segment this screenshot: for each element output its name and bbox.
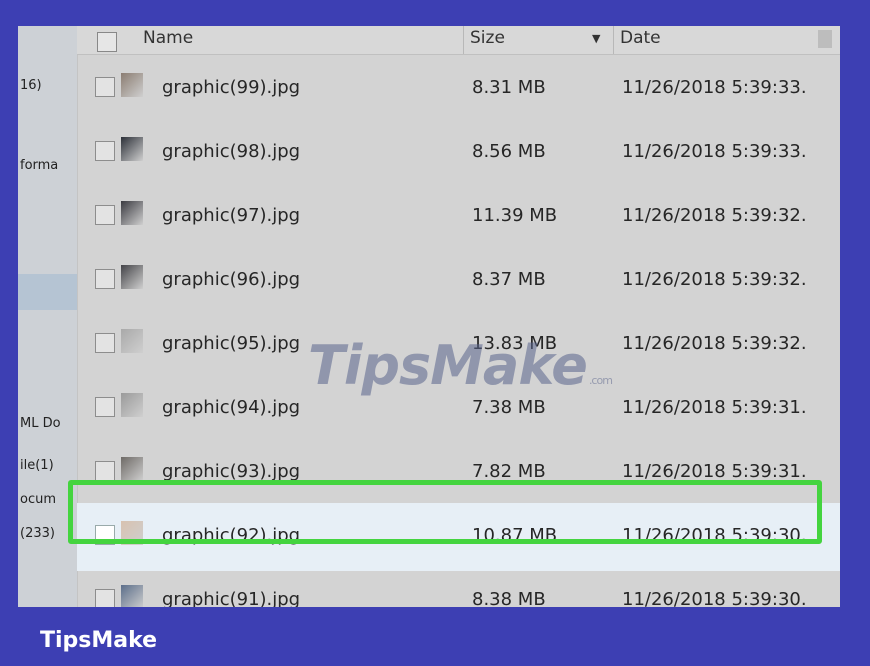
row-checkbox[interactable] — [95, 205, 115, 225]
file-size: 8.56 MB — [472, 141, 546, 162]
column-header-size[interactable]: Size — [470, 28, 505, 48]
file-row[interactable]: graphic(97).jpg 11.39 MB 11/26/2018 5:39:3… — [77, 183, 840, 251]
row-checkbox[interactable] — [95, 589, 115, 607]
column-divider[interactable] — [463, 26, 464, 54]
file-name: graphic(97).jpg — [162, 205, 301, 226]
watermark-logo: TipsMake .com — [308, 334, 613, 397]
file-date: 11/26/2018 5:39:33. — [622, 141, 807, 162]
file-date: 11/26/2018 5:39:32. — [622, 205, 807, 226]
selected-row-highlight — [68, 480, 822, 544]
image-thumbnail-icon — [121, 393, 143, 417]
image-thumbnail-icon — [121, 265, 143, 289]
file-date: 11/26/2018 5:39:33. — [622, 77, 807, 98]
file-date: 11/26/2018 5:39:32. — [622, 269, 807, 290]
nav-item-label[interactable]: 16) — [20, 78, 77, 93]
nav-item-label[interactable]: forma — [20, 158, 77, 173]
file-size: 7.38 MB — [472, 397, 546, 418]
row-checkbox[interactable] — [95, 141, 115, 161]
column-header-name[interactable]: Name — [143, 28, 193, 48]
file-date: 11/26/2018 5:39:31. — [622, 461, 807, 482]
image-thumbnail-icon — [121, 73, 143, 97]
image-thumbnail-icon — [121, 137, 143, 161]
file-name: graphic(99).jpg — [162, 77, 301, 98]
file-name: graphic(96).jpg — [162, 269, 301, 290]
file-name: graphic(91).jpg — [162, 589, 301, 607]
file-row[interactable]: graphic(91).jpg 8.38 MB 11/26/2018 5:39:30… — [77, 567, 840, 607]
file-name: graphic(94).jpg — [162, 397, 301, 418]
column-header-bar: Name Size ▼ Date — [77, 26, 840, 55]
image-thumbnail-icon — [121, 457, 143, 481]
row-checkbox[interactable] — [95, 333, 115, 353]
file-size: 11.39 MB — [472, 205, 558, 226]
file-size: 8.31 MB — [472, 77, 546, 98]
file-date: 11/26/2018 5:39:30. — [622, 589, 807, 607]
chevron-down-icon[interactable]: ▼ — [592, 32, 600, 45]
nav-item-label[interactable]: ML Do — [20, 416, 77, 431]
row-checkbox[interactable] — [95, 269, 115, 289]
column-header-date[interactable]: Date — [620, 28, 661, 48]
brand-footer: TipsMake — [40, 628, 158, 653]
image-thumbnail-icon — [121, 585, 143, 607]
row-checkbox[interactable] — [95, 397, 115, 417]
file-name: graphic(98).jpg — [162, 141, 301, 162]
file-size: 8.38 MB — [472, 589, 546, 607]
row-checkbox[interactable] — [95, 77, 115, 97]
file-size: 7.82 MB — [472, 461, 546, 482]
nav-item-label[interactable]: ile(1) — [20, 458, 77, 473]
row-checkbox[interactable] — [95, 461, 115, 481]
file-date: 11/26/2018 5:39:31. — [622, 397, 807, 418]
scrollbar-thumb[interactable] — [818, 30, 832, 48]
image-thumbnail-icon — [121, 201, 143, 225]
image-thumbnail-icon — [121, 329, 143, 353]
file-row[interactable]: graphic(96).jpg 8.37 MB 11/26/2018 5:39:32… — [77, 247, 840, 315]
file-name: graphic(93).jpg — [162, 461, 301, 482]
file-row[interactable]: graphic(98).jpg 8.56 MB 11/26/2018 5:39:33… — [77, 119, 840, 187]
file-date: 11/26/2018 5:39:32. — [622, 333, 807, 354]
select-all-checkbox[interactable] — [97, 32, 117, 52]
navigation-selected-item[interactable] — [18, 274, 77, 310]
file-size: 8.37 MB — [472, 269, 546, 290]
file-name: graphic(95).jpg — [162, 333, 301, 354]
file-row[interactable]: graphic(99).jpg 8.31 MB 11/26/2018 5:39:33… — [77, 55, 840, 123]
column-divider[interactable] — [613, 26, 614, 54]
